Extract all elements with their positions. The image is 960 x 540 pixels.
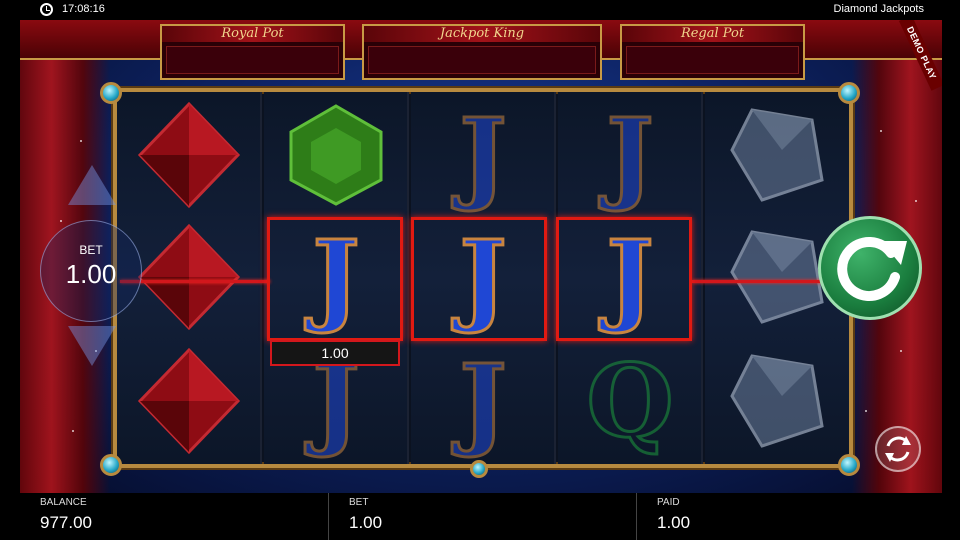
- jackpot-label: Regal Pot: [622, 26, 803, 42]
- payline: [120, 280, 270, 283]
- paid-panel: PAID 1.00: [636, 493, 942, 540]
- game-title: Diamond Jackpots: [833, 3, 925, 15]
- clear-gem-symbol: [717, 346, 837, 456]
- bet-value: 1.00: [349, 513, 383, 532]
- frame-gem-ornament: [100, 82, 122, 104]
- jackpot-display: [368, 46, 596, 74]
- triangle-down-icon[interactable]: [68, 326, 116, 366]
- j-symbol: J: [605, 96, 655, 214]
- paid-label: PAID: [657, 497, 680, 508]
- balance-value: 977.00: [40, 513, 92, 532]
- jackpot-king: Jackpot King: [362, 24, 602, 80]
- paid-value: 1.00: [657, 513, 691, 532]
- autoplay-button[interactable]: [875, 426, 921, 472]
- triangle-up-icon[interactable]: [68, 165, 116, 205]
- bottom-info-bar: BALANCE 977.00 BET 1.00 PAID 1.00: [20, 493, 942, 540]
- balance-panel: BALANCE 977.00: [20, 493, 326, 540]
- jackpot-label: Royal Pot: [162, 26, 343, 42]
- clock-time: 17:08:16: [62, 3, 105, 15]
- j-symbol: J: [458, 342, 508, 460]
- win-amount: 1.00: [270, 340, 400, 366]
- jackpot-label: Jackpot King: [364, 26, 600, 42]
- spin-button[interactable]: [818, 216, 922, 320]
- jackpot-royal-pot: Royal Pot: [160, 24, 345, 80]
- bet-selector-label: BET: [79, 243, 103, 257]
- bet-selector-value: 1.00: [65, 259, 117, 289]
- clock-icon: [40, 3, 53, 16]
- red-gem-symbol: [129, 222, 249, 332]
- green-gem-symbol: [276, 100, 396, 210]
- win-highlight: [411, 217, 547, 341]
- win-highlight: [267, 217, 403, 341]
- bet-panel: BET 1.00: [328, 493, 634, 540]
- jackpot-regal-pot: Regal Pot: [620, 24, 805, 80]
- autoplay-icon: [885, 436, 911, 462]
- clear-gem-symbol: [717, 100, 837, 210]
- win-highlight: [556, 217, 692, 341]
- j-symbol: J: [458, 96, 508, 214]
- frame-gem-ornament: [838, 454, 860, 476]
- frame-gem-ornament: [100, 454, 122, 476]
- game-stage: DEMO PLAY Royal Pot Jackpot King Regal P…: [20, 20, 942, 493]
- frame-gem-ornament: [470, 460, 488, 478]
- spin-arrow-icon: [837, 236, 907, 301]
- jackpot-display: [626, 46, 799, 74]
- bet-selector[interactable]: BET 1.00: [40, 220, 142, 322]
- bet-label: BET: [349, 497, 369, 508]
- jackpot-display: [166, 46, 339, 74]
- red-gem-symbol: [129, 100, 249, 210]
- payline: [692, 280, 822, 283]
- red-gem-symbol: [129, 346, 249, 456]
- balance-label: BALANCE: [40, 497, 87, 508]
- q-symbol: Q: [585, 342, 675, 460]
- status-bar: 17:08:16 Diamond Jackpots: [0, 0, 960, 20]
- frame-gem-ornament: [838, 82, 860, 104]
